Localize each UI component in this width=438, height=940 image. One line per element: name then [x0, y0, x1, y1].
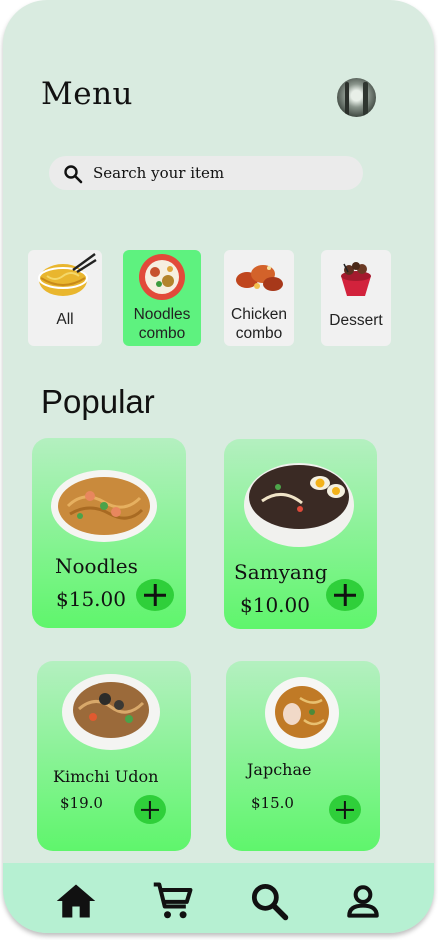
product-name: Noodles [55, 554, 138, 578]
category-noodles-combo[interactable]: Noodles combo [123, 250, 201, 346]
cart-icon[interactable] [151, 879, 195, 923]
search-icon [64, 165, 83, 184]
category-dessert[interactable]: Dessert [321, 250, 391, 346]
add-to-cart-button[interactable] [134, 795, 166, 824]
category-all[interactable]: All [28, 250, 102, 346]
product-name: Samyang [234, 560, 328, 584]
noodle-combo-icon [139, 254, 185, 300]
search-bar[interactable] [49, 156, 363, 190]
product-card-kimchi-udon[interactable]: Kimchi Udon $19.0 [37, 661, 191, 851]
product-card-samyang[interactable]: Samyang $10.00 [224, 439, 377, 629]
noodles-dish-image [51, 470, 157, 542]
category-label: Noodles combo [133, 306, 191, 342]
dessert-icon [341, 262, 371, 296]
japchae-dish-image [265, 677, 339, 749]
home-icon[interactable] [54, 879, 98, 923]
section-title-popular: Popular [41, 383, 155, 420]
category-chicken-combo[interactable]: Chicken combo [224, 250, 294, 346]
avatar[interactable] [337, 78, 376, 117]
product-price: $19.0 [60, 794, 103, 812]
profile-icon[interactable] [341, 879, 385, 923]
product-name: Japchae [247, 760, 312, 779]
search-icon[interactable] [247, 879, 291, 923]
samyang-dish-image [244, 463, 354, 547]
chicken-icon [236, 265, 283, 291]
add-to-cart-button[interactable] [326, 579, 364, 611]
product-price: $15.00 [56, 587, 126, 611]
kimchi-udon-dish-image [62, 674, 160, 750]
bottom-nav [3, 863, 434, 933]
category-label: All [56, 311, 74, 328]
product-card-japchae[interactable]: Japchae $15.0 [226, 661, 380, 851]
product-card-noodles[interactable]: Noodles $15.00 [32, 438, 186, 628]
category-label: Dessert [329, 312, 383, 329]
noodle-bowl-icon [38, 253, 97, 296]
product-name: Kimchi Udon [53, 767, 159, 786]
phone-screen: Menu All Noodles combo [3, 0, 434, 933]
add-to-cart-button[interactable] [329, 795, 361, 824]
page-title: Menu [41, 76, 134, 112]
search-input[interactable] [93, 162, 343, 184]
category-label: Chicken combo [231, 306, 287, 342]
product-price: $10.00 [240, 593, 310, 617]
add-to-cart-button[interactable] [136, 579, 174, 611]
product-price: $15.0 [251, 794, 294, 812]
